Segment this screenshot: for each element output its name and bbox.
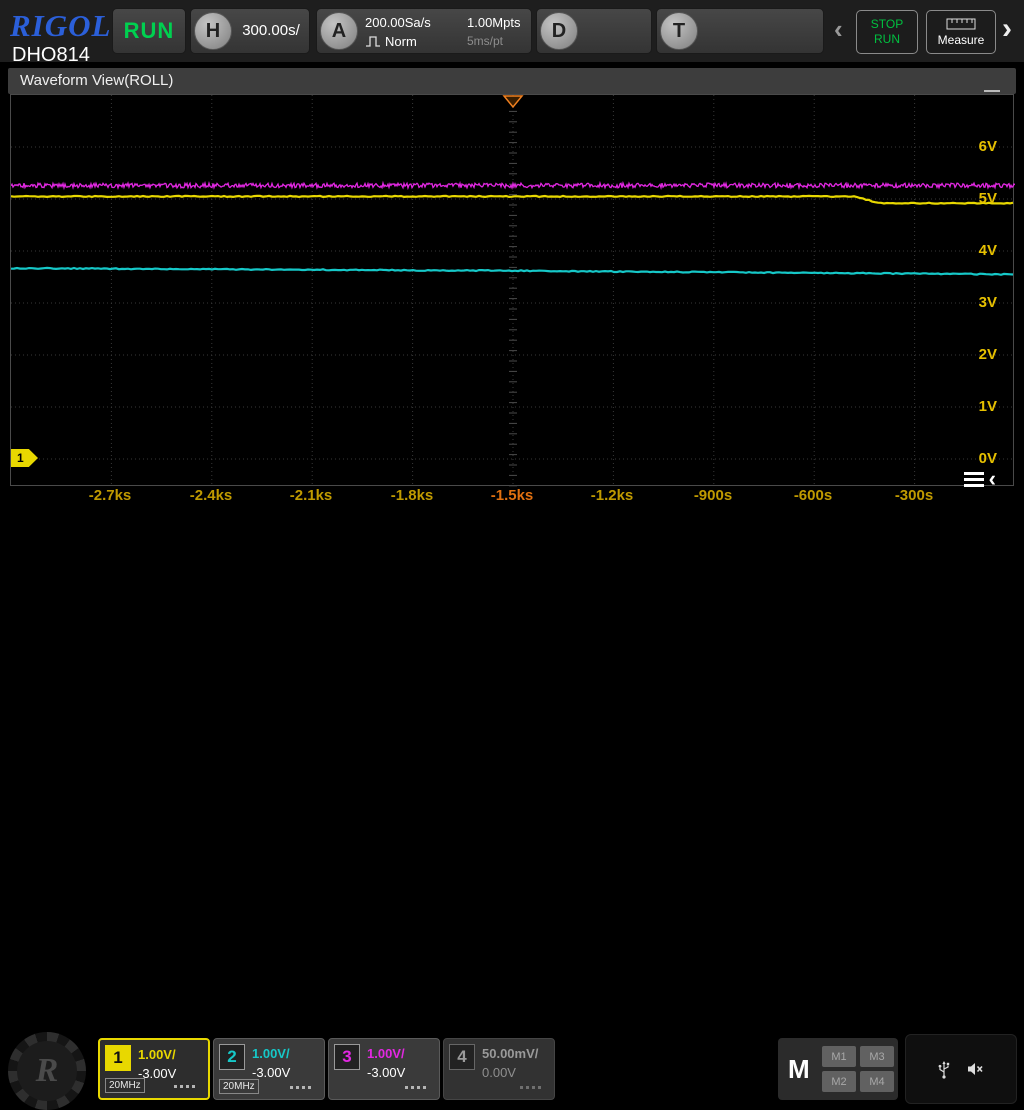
y-axis-label: 6V bbox=[978, 138, 997, 155]
usb-icon bbox=[938, 1061, 950, 1079]
math-m4-button[interactable]: M4 bbox=[860, 1071, 894, 1092]
rigol-logo: RIGOL bbox=[10, 8, 112, 43]
channel-3-box[interactable]: 3 1.00V/ -3.00V bbox=[328, 1038, 440, 1100]
trigger-position-icon[interactable] bbox=[502, 95, 524, 109]
acq-mode-label: Norm bbox=[385, 34, 417, 49]
run-status-panel[interactable]: RUN bbox=[112, 8, 186, 54]
timebase-value: 300.00s/ bbox=[242, 22, 300, 39]
waveform-graph[interactable]: 6V 5V 4V 3V 2V 1V 0V 1 -2.7ks -2.4ks -2.… bbox=[10, 94, 1015, 506]
speaker-muted-icon bbox=[968, 1063, 983, 1075]
acquire-knob[interactable]: A bbox=[320, 12, 358, 50]
toolbar-prev-icon[interactable]: ‹ bbox=[834, 14, 843, 45]
channel-1-box[interactable]: 1 1.00V/ -3.00V 20MHz bbox=[98, 1038, 210, 1100]
coupling-icon bbox=[520, 1086, 544, 1089]
math-label: M bbox=[788, 1054, 810, 1084]
math-m2-button[interactable]: M2 bbox=[822, 1071, 856, 1092]
bottom-bar: R 1 1.00V/ -3.00V 20MHz 2 1.00V/ -3.00V … bbox=[0, 514, 1024, 1110]
y-axis-label: 5V bbox=[978, 190, 997, 207]
x-axis-label: -300s bbox=[894, 487, 934, 504]
math-box[interactable]: M M1 M3 M2 M4 bbox=[778, 1038, 898, 1100]
x-axis-label: -1.8ks bbox=[390, 487, 434, 504]
rigol-gear-letter: R bbox=[17, 1041, 77, 1101]
channel-3-offset: -3.00V bbox=[367, 1065, 406, 1080]
acquire-panel[interactable]: A 200.00Sa/s Norm 1.00Mpts 5ms/pt bbox=[316, 8, 532, 54]
channel-1-bandwidth: 20MHz bbox=[105, 1078, 145, 1093]
channel-2-badge: 2 bbox=[219, 1044, 245, 1070]
math-buttons: M1 M3 M2 M4 bbox=[822, 1046, 894, 1092]
acquisition-mode: Norm bbox=[365, 34, 417, 49]
y-axis-label: 1V bbox=[978, 398, 997, 415]
decode-panel[interactable]: D bbox=[536, 8, 652, 54]
channel-2-scale: 1.00V/ bbox=[252, 1046, 290, 1061]
y-axis-label: 4V bbox=[978, 242, 997, 259]
top-toolbar: RIGOL DHO814 RUN H 300.00s/ A 200.00Sa/s… bbox=[0, 0, 1024, 66]
y-axis-label: 3V bbox=[978, 294, 997, 311]
measure-label: Measure bbox=[937, 32, 985, 47]
run-label: RUN bbox=[874, 32, 900, 46]
channel-1-badge: 1 bbox=[105, 1045, 131, 1071]
rigol-gear-logo[interactable]: R bbox=[8, 1032, 86, 1110]
channel-2-box[interactable]: 2 1.00V/ -3.00V 20MHz bbox=[213, 1038, 325, 1100]
stop-run-button[interactable]: STOP RUN bbox=[856, 10, 918, 54]
model-label: DHO814 bbox=[12, 44, 90, 66]
channel-4-offset: 0.00V bbox=[482, 1065, 516, 1080]
run-status-label: RUN bbox=[123, 18, 175, 43]
horizontal-panel[interactable]: H 300.00s/ bbox=[190, 8, 310, 54]
channel-2-bandwidth: 20MHz bbox=[219, 1079, 259, 1094]
toolbar-next-icon[interactable]: › bbox=[1002, 12, 1012, 46]
channel-1-scale: 1.00V/ bbox=[138, 1047, 176, 1062]
channel-2-offset: -3.00V bbox=[252, 1065, 291, 1080]
stop-label: STOP bbox=[870, 17, 904, 31]
trigger-knob[interactable]: T bbox=[660, 12, 698, 50]
view-title: Waveform View(ROLL) bbox=[20, 72, 174, 89]
collapse-menu-icon[interactable]: ‹ bbox=[963, 468, 996, 490]
measure-button[interactable]: Measure bbox=[926, 10, 996, 54]
trigger-panel[interactable]: T bbox=[656, 8, 824, 54]
memory-depth-value: 1.00Mpts bbox=[467, 15, 521, 30]
y-axis-label: 2V bbox=[978, 346, 997, 363]
x-axis-label: -2.1ks bbox=[289, 487, 333, 504]
channel-4-badge: 4 bbox=[449, 1044, 475, 1070]
x-axis-label: -1.2ks bbox=[590, 487, 634, 504]
coupling-icon bbox=[174, 1085, 198, 1088]
decode-knob[interactable]: D bbox=[540, 12, 578, 50]
x-axis-label: -2.7ks bbox=[88, 487, 132, 504]
coupling-icon bbox=[290, 1086, 314, 1089]
math-m3-button[interactable]: M3 bbox=[860, 1046, 894, 1067]
waveform-view-header[interactable]: Waveform View(ROLL) bbox=[8, 68, 1016, 97]
channel-3-scale: 1.00V/ bbox=[367, 1046, 405, 1061]
x-axis-label-highlighted: -1.5ks bbox=[490, 487, 534, 504]
channel-3-badge: 3 bbox=[334, 1044, 360, 1070]
sample-rate-value: 200.00Sa/s bbox=[365, 15, 431, 30]
x-axis: -2.7ks -2.4ks -2.1ks -1.8ks -1.5ks -1.2k… bbox=[10, 486, 1014, 506]
channel-4-scale: 50.00mV/ bbox=[482, 1046, 539, 1061]
plot-area[interactable]: 6V 5V 4V 3V 2V 1V 0V 1 bbox=[10, 94, 1015, 487]
ruler-icon bbox=[946, 18, 976, 29]
coupling-icon bbox=[405, 1086, 429, 1089]
math-m1-button[interactable]: M1 bbox=[822, 1046, 856, 1067]
horizontal-knob[interactable]: H bbox=[194, 12, 232, 50]
y-axis-label: 0V bbox=[978, 450, 997, 467]
channel-4-box[interactable]: 4 50.00mV/ 0.00V bbox=[443, 1038, 555, 1100]
time-per-point-value: 5ms/pt bbox=[467, 34, 504, 48]
x-axis-label: -900s bbox=[693, 487, 733, 504]
x-axis-label: -600s bbox=[793, 487, 833, 504]
system-tray[interactable] bbox=[905, 1034, 1017, 1104]
waveform-canvas bbox=[11, 95, 1015, 487]
pulse-icon bbox=[366, 36, 380, 47]
x-axis-label: -2.4ks bbox=[189, 487, 233, 504]
